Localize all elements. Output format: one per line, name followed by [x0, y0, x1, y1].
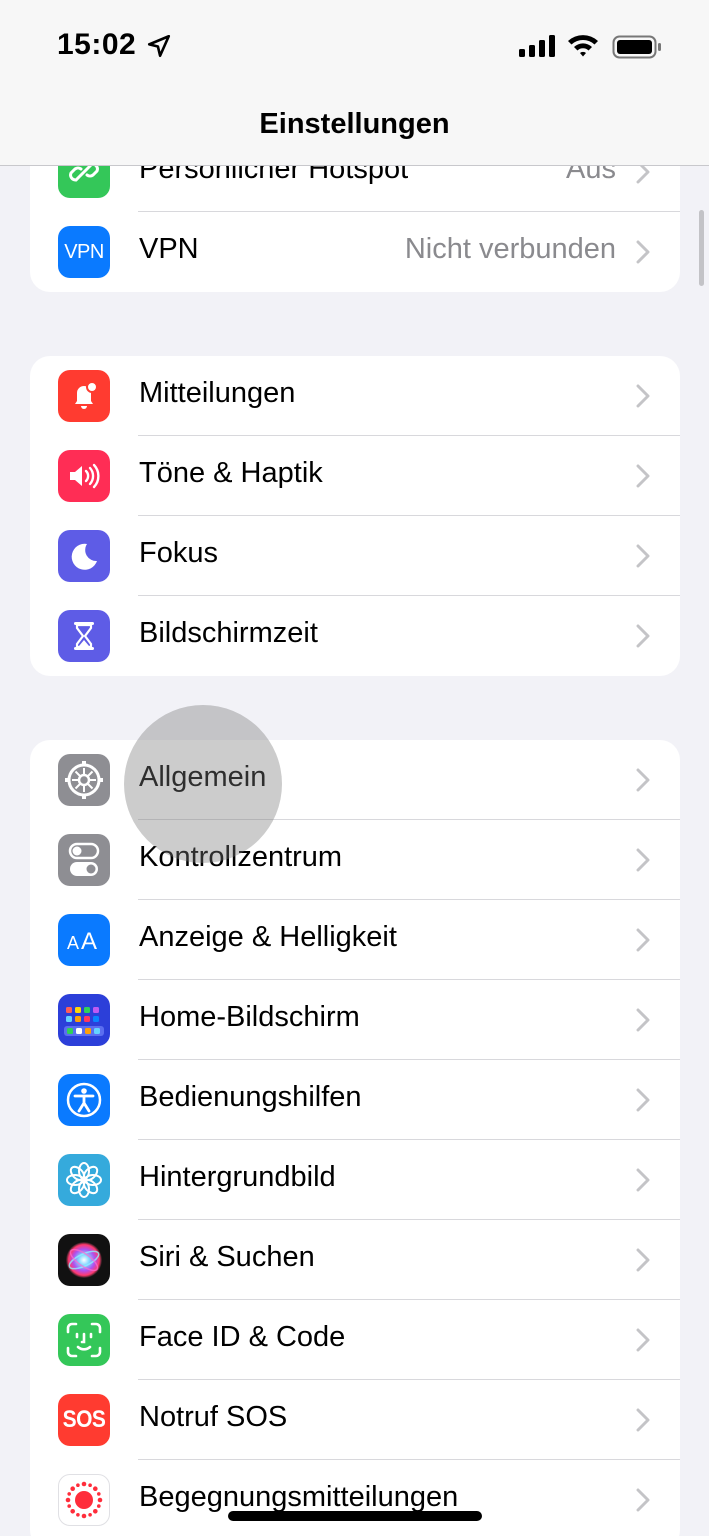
settings-row-hintergrundbild[interactable]: Hintergrundbild [30, 1140, 680, 1220]
settings-row-vpn[interactable]: VPN VPN Nicht verbunden [30, 212, 680, 292]
scrollbar[interactable] [699, 210, 704, 286]
settings-row-anzeige-helligkeit[interactable]: A A Anzeige & Helligkeit [30, 900, 680, 980]
status-time: 15:02 [57, 28, 137, 61]
settings-row-begegnungsmitteilungen[interactable]: Begegnungsmitteilungen [30, 1460, 680, 1536]
settings-row-notruf-sos[interactable]: SOS Notruf SOS [30, 1380, 680, 1460]
settings-row-toene-haptik[interactable]: Töne & Haptik [30, 436, 680, 516]
settings-row-label: Siri & Suchen [139, 1241, 315, 1273]
toggle-icon [58, 834, 110, 886]
chevron-right-icon [636, 768, 650, 792]
chevron-right-icon [636, 848, 650, 872]
settings-row-label: Face ID & Code [139, 1321, 346, 1353]
status-bar: 15:02 [0, 0, 709, 96]
chevron-right-icon [636, 384, 650, 408]
page-title: Einstellungen [259, 108, 450, 140]
settings-row-label: Begegnungsmitteilungen [139, 1481, 459, 1513]
chevron-right-icon [636, 544, 650, 568]
settings-row-label: Home-Bildschirm [139, 1001, 360, 1033]
sos-icon: SOS [58, 1394, 110, 1446]
location-arrow-icon [147, 34, 171, 58]
settings-row-home-bildschirm[interactable]: Home-Bildschirm [30, 980, 680, 1060]
settings-row-mitteilungen[interactable]: Mitteilungen [30, 356, 680, 436]
settings-row-bedienungshilfen[interactable]: Bedienungshilfen [30, 1060, 680, 1140]
settings-row-kontrollzentrum[interactable]: Kontrollzentrum [30, 820, 680, 900]
settings-row-label: Notruf SOS [139, 1401, 288, 1433]
settings-group-notifications: Mitteilungen Töne & Haptik Fokus Bildsch… [30, 356, 680, 676]
svg-text:A: A [81, 928, 97, 955]
chevron-right-icon [636, 928, 650, 952]
wifi-icon [568, 35, 598, 57]
settings-group-general: Allgemein Kontrollzentrum A A Anzeige & … [30, 740, 680, 1536]
sos-icon-text: SOS [62, 1406, 106, 1433]
svg-text:A: A [67, 933, 79, 953]
settings-row-bildschirmzeit[interactable]: Bildschirmzeit [30, 596, 680, 676]
settings-row-face-id-code[interactable]: Face ID & Code [30, 1300, 680, 1380]
chevron-right-icon [636, 1248, 650, 1272]
chevron-right-icon [636, 624, 650, 648]
chevron-right-icon [636, 240, 650, 264]
settings-row-label: Töne & Haptik [139, 457, 323, 489]
settings-row-value: Nicht verbunden [404, 233, 616, 265]
chevron-right-icon [636, 1488, 650, 1512]
cellular-signal-icon [519, 35, 555, 57]
speaker-icon [58, 450, 110, 502]
settings-row-label: Fokus [139, 537, 218, 569]
face-id-icon [58, 1314, 110, 1366]
navigation-bar: Einstellungen [0, 96, 709, 166]
settings-row-label: Mitteilungen [139, 377, 296, 409]
settings-row-label: Hintergrundbild [139, 1161, 336, 1193]
settings-row-label: Bildschirmzeit [139, 617, 318, 649]
accessibility-icon [58, 1074, 110, 1126]
settings-row-label: VPN [139, 233, 199, 265]
chevron-right-icon [636, 1008, 650, 1032]
chevron-right-icon [636, 1328, 650, 1352]
battery-icon [612, 35, 661, 59]
flower-icon [58, 1154, 110, 1206]
settings-row-label: Bedienungshilfen [139, 1081, 362, 1113]
siri-icon [58, 1234, 110, 1286]
chevron-right-icon [636, 1408, 650, 1432]
settings-row-label: Anzeige & Helligkeit [139, 921, 397, 953]
gear-icon [58, 754, 110, 806]
bell-icon [58, 370, 110, 422]
hourglass-icon [58, 610, 110, 662]
settings-row-fokus[interactable]: Fokus [30, 516, 680, 596]
moon-icon [58, 530, 110, 582]
app-grid-icon [58, 994, 110, 1046]
settings-row-siri-suchen[interactable]: Siri & Suchen [30, 1220, 680, 1300]
chevron-right-icon [636, 1088, 650, 1112]
home-indicator[interactable] [228, 1511, 482, 1521]
vpn-icon: VPN [58, 226, 110, 278]
touch-indicator [124, 705, 282, 863]
text-size-icon: A A [58, 914, 110, 966]
chevron-right-icon [636, 464, 650, 488]
exposure-icon [58, 1474, 110, 1526]
chevron-right-icon [636, 1168, 650, 1192]
